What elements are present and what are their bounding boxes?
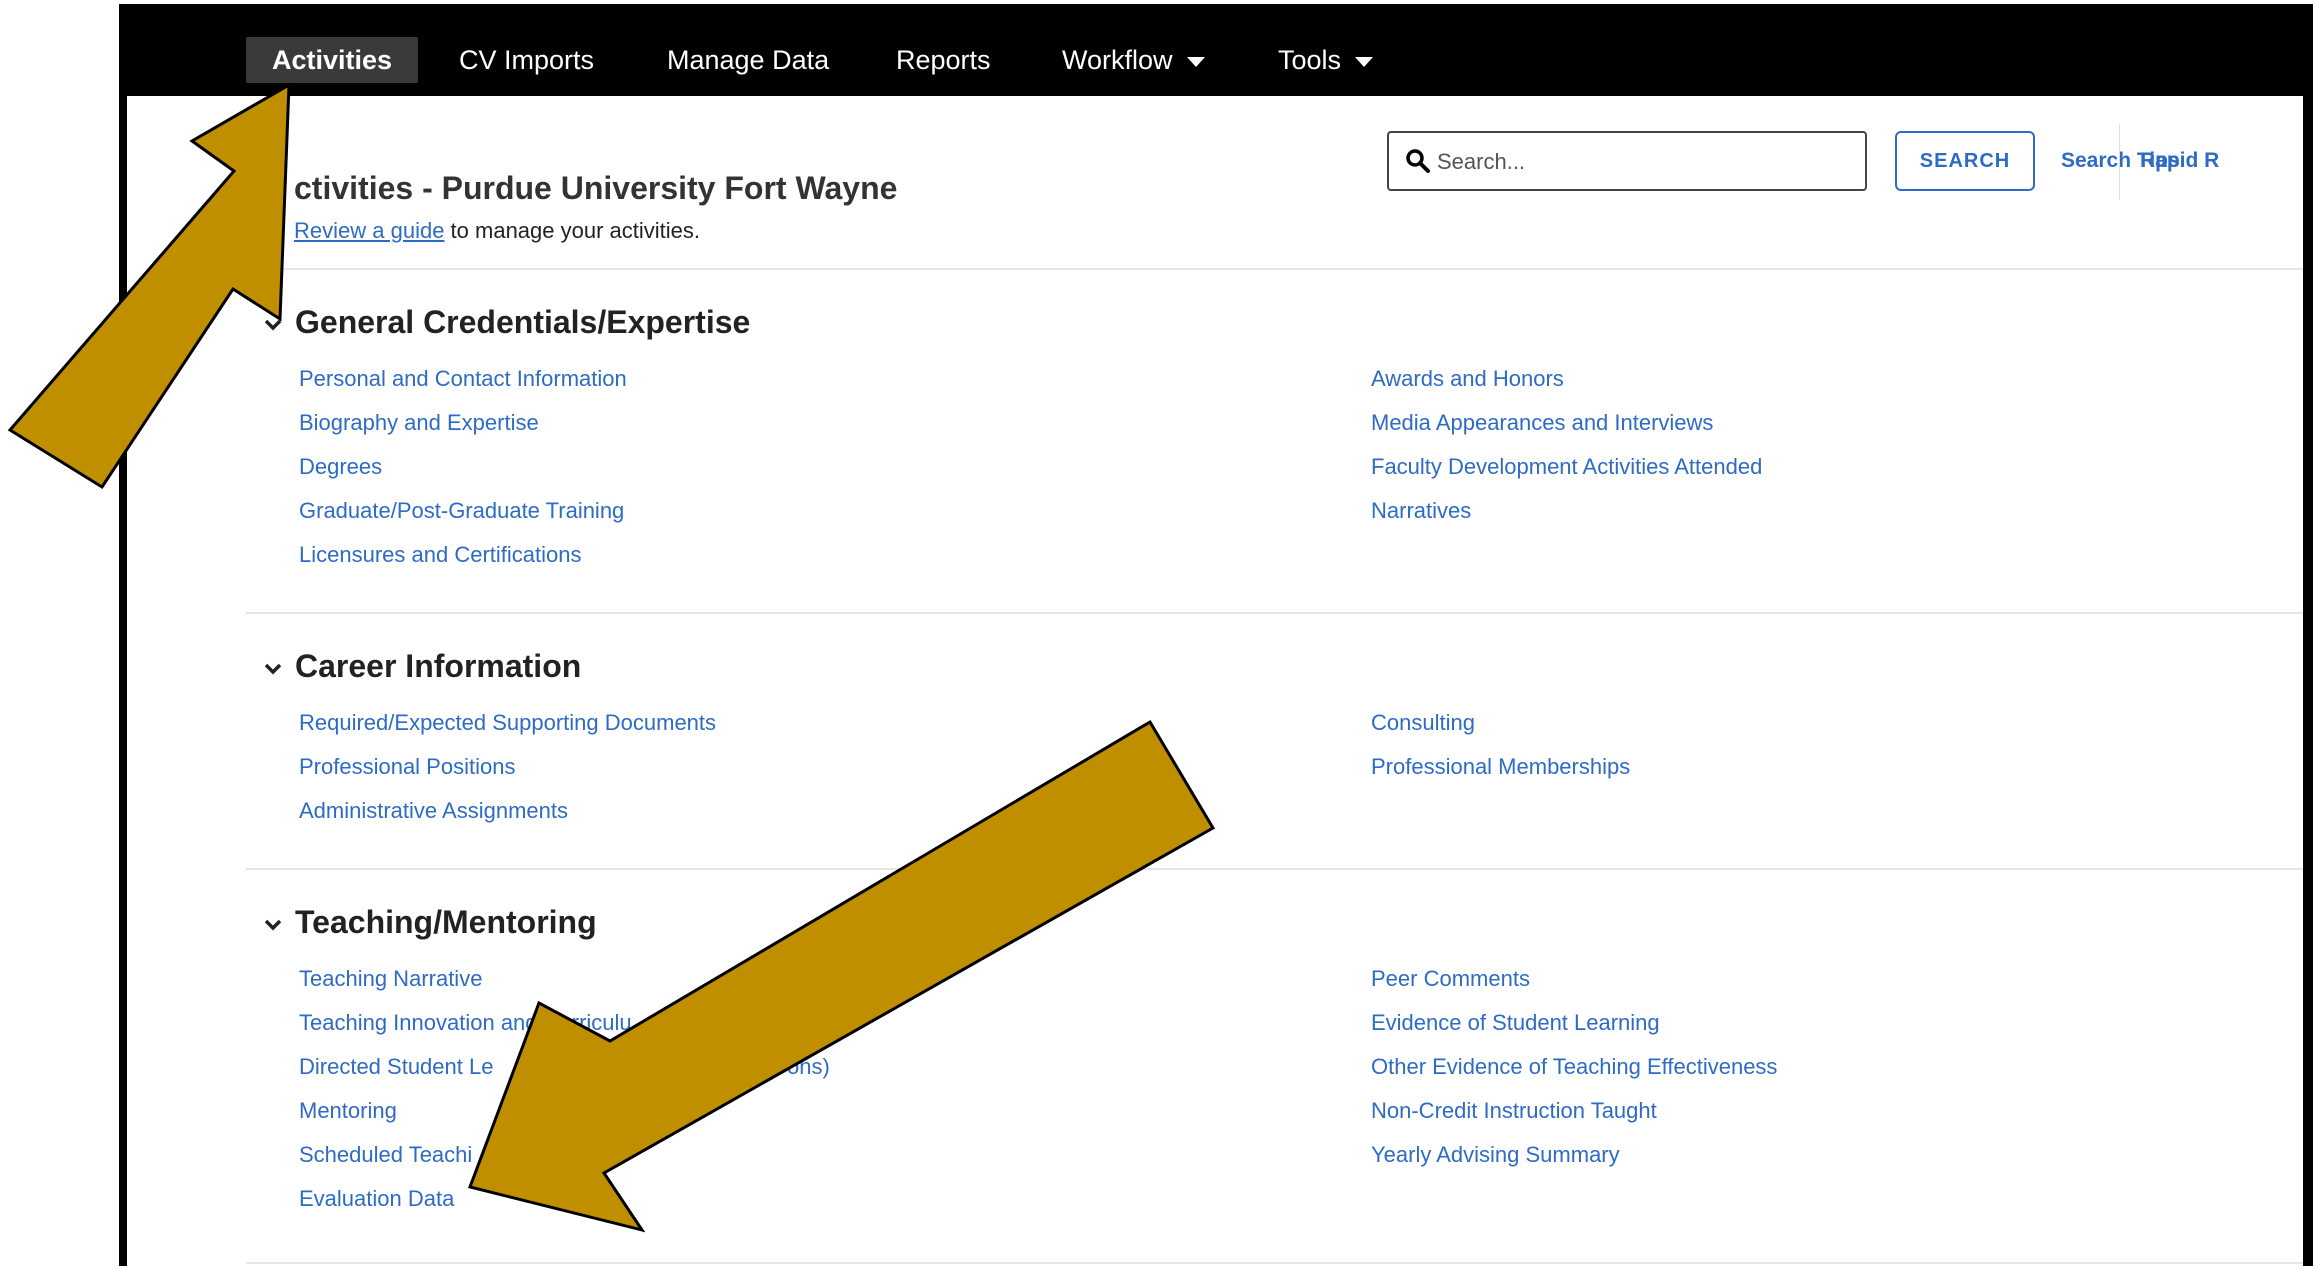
divider <box>246 1262 2303 1264</box>
annotation-arrows <box>7 82 1216 1233</box>
arrow-annotation-top <box>7 82 291 490</box>
arrow-annotation-bottom <box>468 719 1216 1233</box>
